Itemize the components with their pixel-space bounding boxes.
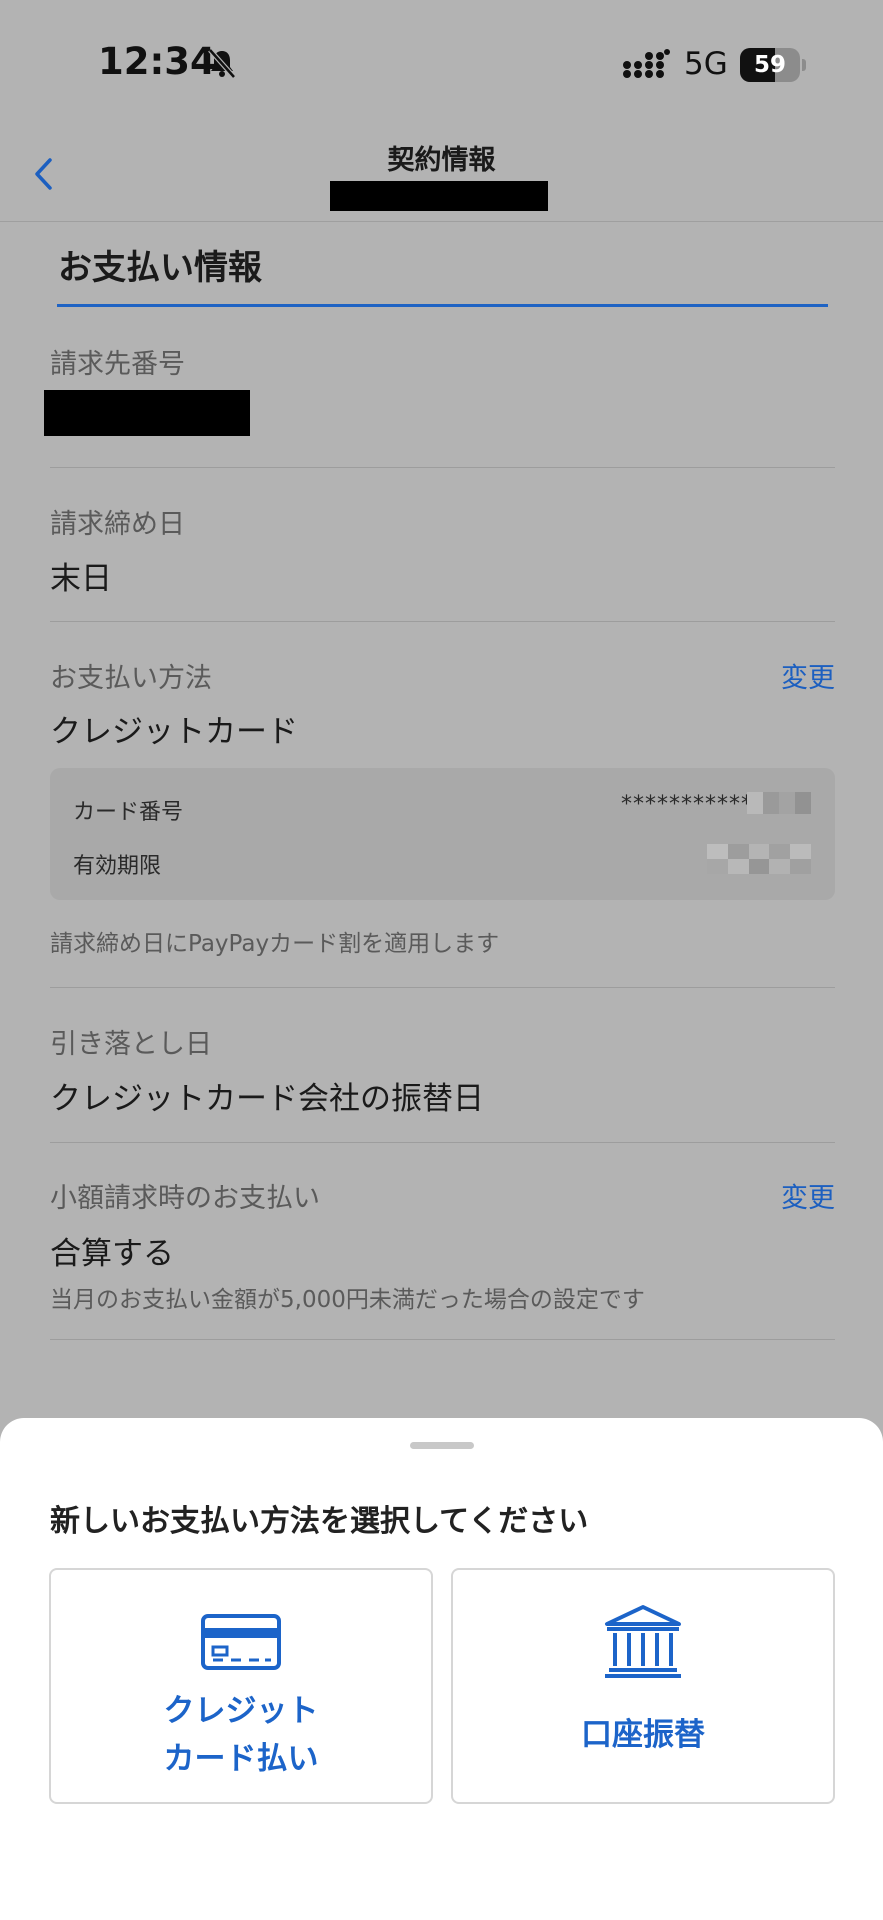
section-underline xyxy=(57,304,828,307)
divider xyxy=(50,987,835,988)
small-billing-note: 当月のお支払い金額が5,000円未満だった場合の設定です xyxy=(50,1287,645,1313)
divider xyxy=(50,621,835,622)
card-number-value: ************ xyxy=(621,792,765,817)
blurred-expiry xyxy=(707,844,811,874)
divider xyxy=(50,467,835,468)
redacted-subtitle xyxy=(330,181,548,211)
payment-method-label: お支払い方法 xyxy=(50,663,212,694)
divider xyxy=(50,1142,835,1143)
signal-icon xyxy=(623,49,670,78)
closing-date-value: 末日 xyxy=(50,561,112,597)
small-billing-change-link[interactable]: 変更 xyxy=(781,1176,835,1215)
divider xyxy=(50,1339,835,1340)
sheet-drag-handle[interactable] xyxy=(410,1442,474,1449)
withdrawal-date-label: 引き落とし日 xyxy=(50,1029,212,1060)
blurred-card-digits xyxy=(747,792,811,814)
section-title: お支払い情報 xyxy=(58,248,262,288)
small-billing-value: 合算する xyxy=(50,1236,174,1272)
redacted-billing-number xyxy=(44,390,250,436)
nav-bar: 契約情報 xyxy=(0,118,883,222)
small-billing-label: 小額請求時のお支払い xyxy=(50,1183,320,1214)
closing-date-label: 請求締め日 xyxy=(50,509,185,540)
network-type: 5G xyxy=(684,46,728,82)
card-info-box: カード番号 ************ 有効期限 xyxy=(50,768,835,900)
expiry-label: 有効期限 xyxy=(73,854,162,879)
credit-card-option-label-line1: クレジット xyxy=(163,1693,319,1729)
bank-transfer-option-label: 口座振替 xyxy=(581,1717,705,1753)
credit-card-option-label-line2: カード払い xyxy=(163,1741,319,1777)
payment-method-value: クレジットカード xyxy=(50,714,298,750)
battery-icon: 59 xyxy=(740,48,806,82)
battery-level: 59 xyxy=(753,52,786,78)
status-time: 12:34 xyxy=(98,40,216,83)
card-number-label: カード番号 xyxy=(73,800,184,825)
paypay-discount-note: 請求締め日にPayPayカード割を適用します xyxy=(50,931,500,957)
payment-method-bottom-sheet: 新しいお支払い方法を選択してください クレジット カード払い 口座振替 xyxy=(0,1418,883,1920)
credit-card-option-button[interactable]: クレジット カード払い xyxy=(49,1568,433,1804)
bank-transfer-option-button[interactable]: 口座振替 xyxy=(451,1568,835,1804)
status-bar: 12:34 5G 59 xyxy=(0,0,883,118)
withdrawal-date-value: クレジットカード会社の振替日 xyxy=(50,1081,484,1117)
credit-card-icon xyxy=(201,1614,281,1670)
sheet-title: 新しいお支払い方法を選択してください xyxy=(50,1504,589,1539)
page-title: 契約情報 xyxy=(387,145,496,176)
bell-slash-icon xyxy=(208,48,236,79)
payment-method-change-link[interactable]: 変更 xyxy=(781,656,835,695)
bank-icon xyxy=(605,1605,681,1678)
billing-number-label: 請求先番号 xyxy=(50,349,185,380)
